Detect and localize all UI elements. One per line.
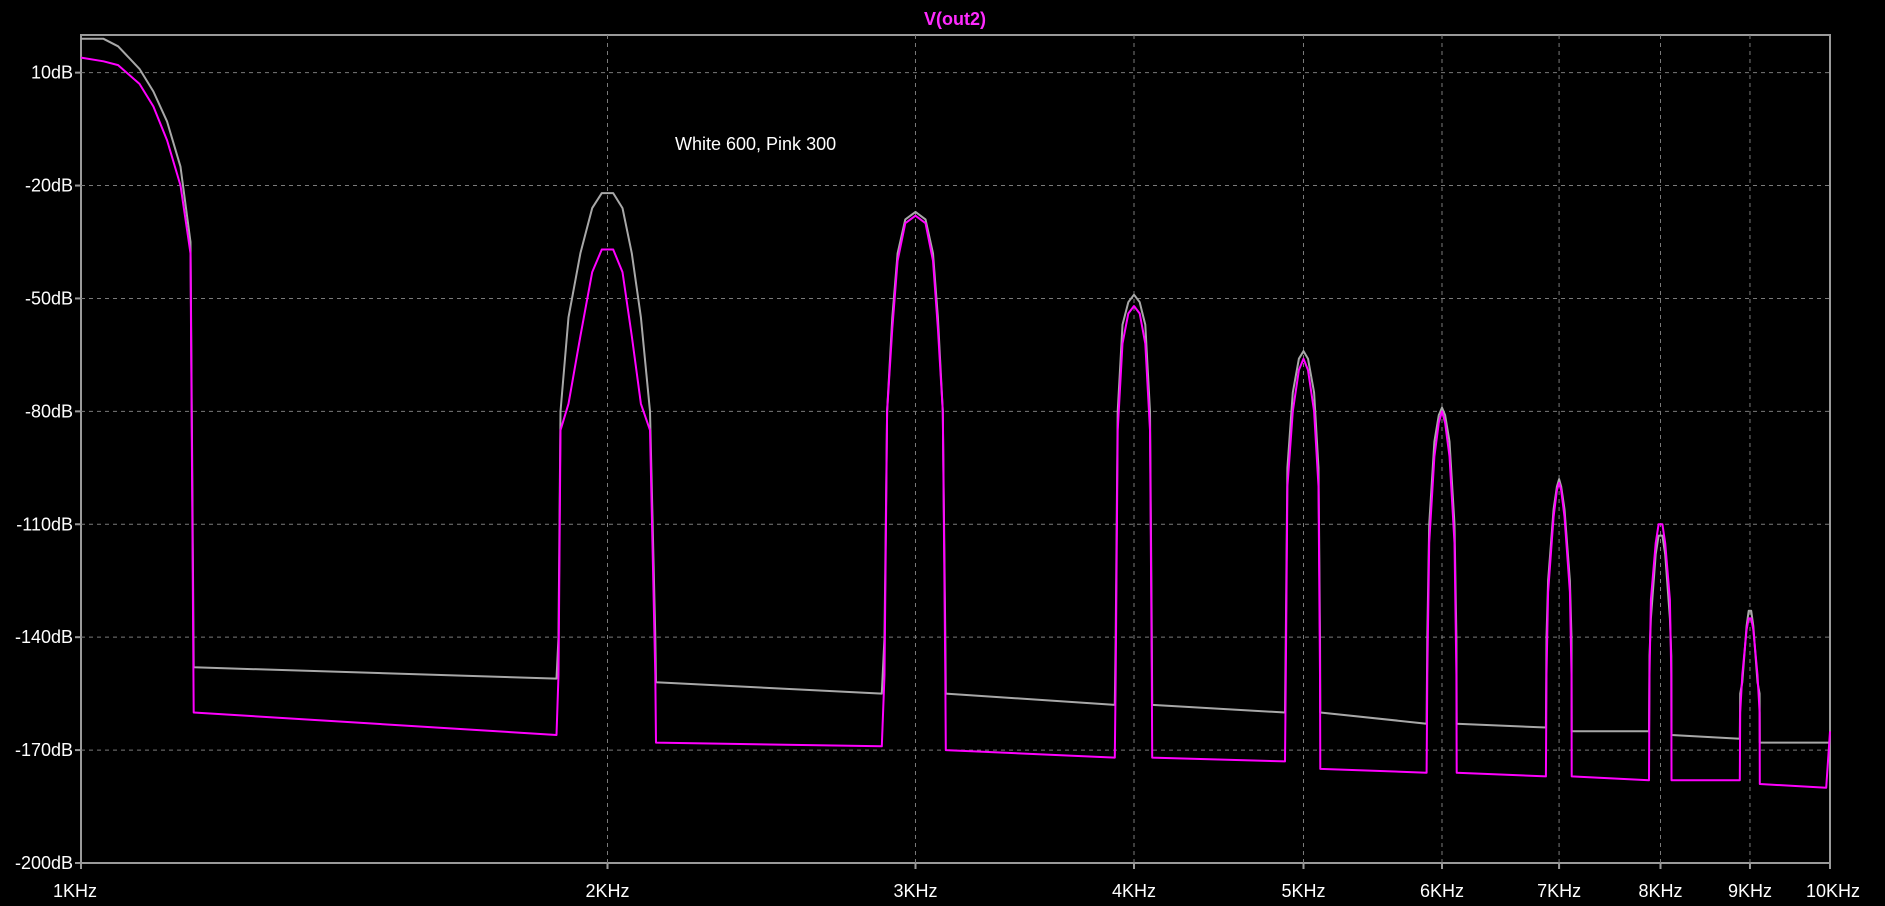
plot-frame [80, 34, 1831, 864]
chart-svg: 1KHz 2KHz 3KHz 4KHz 5KHz 6KHz 7KHz 8KHz 9KHz 10KH… [15, 9, 1860, 901]
chart-annotation: White 600, Pink 300 [675, 134, 836, 154]
x-tick-label: 3KHz [893, 881, 937, 901]
x-tick-label: 6KHz [1420, 881, 1464, 901]
grid-layer [81, 35, 1830, 863]
y-tick-label: -80dB [25, 401, 73, 421]
tick-layer: 1KHz 2KHz 3KHz 4KHz 5KHz 6KHz 7KHz 8KHz 9KHz 10KH… [15, 63, 1860, 901]
series-layer [80, 37, 1831, 789]
x-tick-label: 4KHz [1112, 881, 1156, 901]
y-tick-label: 10dB [31, 63, 73, 83]
y-tick-label: -110dB [16, 514, 73, 534]
series-line-pink [80, 56, 1831, 789]
plot-window: 1KHz 2KHz 3KHz 4KHz 5KHz 6KHz 7KHz 8KHz 9KHz 10KH… [0, 0, 1885, 906]
y-tick-label: -140dB [15, 627, 73, 647]
x-tick-label: 5KHz [1281, 881, 1325, 901]
y-tick-label: -20dB [25, 176, 73, 196]
y-tick-label: -170dB [15, 740, 73, 760]
x-tick-label: 2KHz [585, 881, 629, 901]
x-tick-label: 1KHz [53, 881, 97, 901]
x-tick-label: 8KHz [1638, 881, 1682, 901]
y-tick-label: -200dB [15, 853, 73, 873]
x-tick-label: 9KHz [1728, 881, 1772, 901]
chart-title: V(out2) [924, 9, 986, 29]
x-tick-label: 7KHz [1537, 881, 1581, 901]
x-tick-label: 10KHz [1806, 881, 1860, 901]
y-tick-label: -50dB [25, 288, 73, 308]
